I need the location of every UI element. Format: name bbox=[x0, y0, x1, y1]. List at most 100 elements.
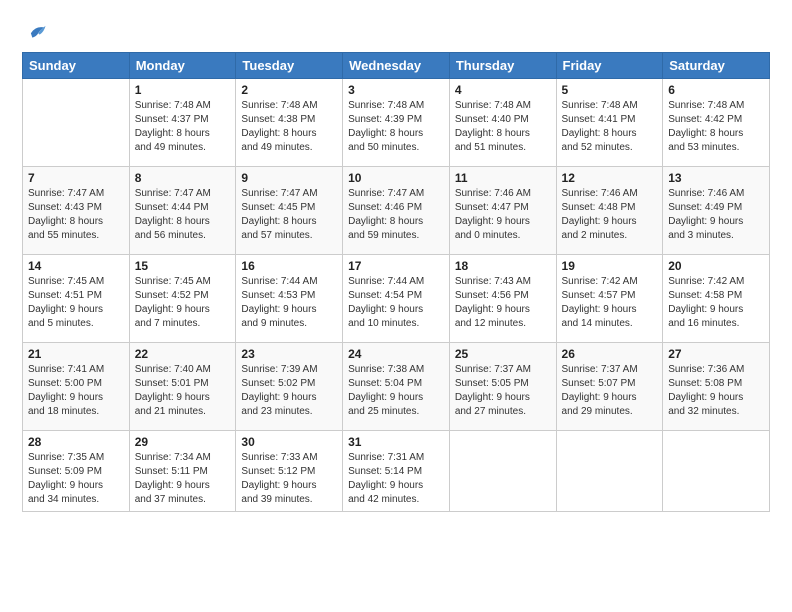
day-number: 11 bbox=[455, 171, 551, 185]
calendar-table: SundayMondayTuesdayWednesdayThursdayFrid… bbox=[22, 52, 770, 512]
weekday-header-wednesday: Wednesday bbox=[343, 53, 450, 79]
calendar-cell: 19 Sunrise: 7:42 AMSunset: 4:57 PMDayligh… bbox=[556, 255, 663, 343]
day-number: 9 bbox=[241, 171, 337, 185]
calendar-cell: 16Sunrise: 7:44 AMSunset: 4:53 PMDayligh… bbox=[236, 255, 343, 343]
day-number: 2 bbox=[241, 83, 337, 97]
day-info: Sunrise: 7:40 AMSunset: 5:01 PMDaylight:… bbox=[135, 363, 231, 419]
day-number: 18 bbox=[455, 259, 551, 273]
calendar-cell: 18 Sunrise: 7:43 AMSunset: 4:56 PMDayligh… bbox=[449, 255, 556, 343]
calendar-cell: 15 Sunrise: 7:45 AMSunset: 4:52 PMDayligh… bbox=[129, 255, 236, 343]
day-info: Sunrise: 7:45 AMSunset: 4:51 PMDaylight:… bbox=[28, 275, 124, 331]
logo-bird-icon bbox=[25, 20, 47, 42]
day-number: 25 bbox=[455, 347, 551, 361]
calendar-cell bbox=[556, 431, 663, 512]
day-number: 17 bbox=[348, 259, 444, 273]
day-number: 24 bbox=[348, 347, 444, 361]
day-number: 6 bbox=[668, 83, 764, 97]
calendar-cell: 28 Sunrise: 7:35 AMSunset: 5:09 PMDayligh… bbox=[23, 431, 130, 512]
day-info: Sunrise: 7:47 AMSunset: 4:44 PMDaylight:… bbox=[135, 187, 231, 243]
day-number: 26 bbox=[562, 347, 658, 361]
page: SundayMondayTuesdayWednesdayThursdayFrid… bbox=[0, 0, 792, 612]
day-number: 19 bbox=[562, 259, 658, 273]
calendar-cell: 3Sunrise: 7:48 AMSunset: 4:39 PMDaylight… bbox=[343, 79, 450, 167]
day-info: Sunrise: 7:47 AMSunset: 4:46 PMDaylight:… bbox=[348, 187, 444, 243]
day-number: 21 bbox=[28, 347, 124, 361]
weekday-header-tuesday: Tuesday bbox=[236, 53, 343, 79]
calendar-cell: 17 Sunrise: 7:44 AMSunset: 4:54 PMDayligh… bbox=[343, 255, 450, 343]
day-info: Sunrise: 7:41 AMSunset: 5:00 PMDaylight:… bbox=[28, 363, 124, 419]
week-row-3: 14 Sunrise: 7:45 AMSunset: 4:51 PMDayligh… bbox=[23, 255, 770, 343]
day-number: 12 bbox=[562, 171, 658, 185]
week-row-1: 1Sunrise: 7:48 AMSunset: 4:37 PMDaylight… bbox=[23, 79, 770, 167]
day-number: 14 bbox=[28, 259, 124, 273]
weekday-header-sunday: Sunday bbox=[23, 53, 130, 79]
calendar-cell: 1Sunrise: 7:48 AMSunset: 4:37 PMDaylight… bbox=[129, 79, 236, 167]
day-info: Sunrise: 7:44 AMSunset: 4:54 PMDaylight:… bbox=[348, 275, 444, 331]
day-number: 28 bbox=[28, 435, 124, 449]
day-info: Sunrise: 7:48 AMSunset: 4:38 PMDaylight:… bbox=[241, 99, 337, 155]
day-number: 1 bbox=[135, 83, 231, 97]
day-info: Sunrise: 7:39 AMSunset: 5:02 PMDaylight:… bbox=[241, 363, 337, 419]
day-info: Sunrise: 7:43 AMSunset: 4:56 PMDaylight:… bbox=[455, 275, 551, 331]
week-row-2: 7 Sunrise: 7:47 AMSunset: 4:43 PMDaylight… bbox=[23, 167, 770, 255]
day-number: 7 bbox=[28, 171, 124, 185]
calendar-cell: 26 Sunrise: 7:37 AMSunset: 5:07 PMDayligh… bbox=[556, 343, 663, 431]
calendar-cell: 11 Sunrise: 7:46 AMSunset: 4:47 PMDayligh… bbox=[449, 167, 556, 255]
day-info: Sunrise: 7:46 AMSunset: 4:49 PMDaylight:… bbox=[668, 187, 764, 243]
day-info: Sunrise: 7:36 AMSunset: 5:08 PMDaylight:… bbox=[668, 363, 764, 419]
day-info: Sunrise: 7:48 AMSunset: 4:42 PMDaylight:… bbox=[668, 99, 764, 155]
day-number: 5 bbox=[562, 83, 658, 97]
day-info: Sunrise: 7:33 AMSunset: 5:12 PMDaylight:… bbox=[241, 451, 337, 507]
calendar-cell: 24 Sunrise: 7:38 AMSunset: 5:04 PMDayligh… bbox=[343, 343, 450, 431]
weekday-header-saturday: Saturday bbox=[663, 53, 770, 79]
calendar-cell: 22 Sunrise: 7:40 AMSunset: 5:01 PMDayligh… bbox=[129, 343, 236, 431]
day-number: 13 bbox=[668, 171, 764, 185]
week-row-5: 28 Sunrise: 7:35 AMSunset: 5:09 PMDayligh… bbox=[23, 431, 770, 512]
day-number: 23 bbox=[241, 347, 337, 361]
calendar-cell: 20Sunrise: 7:42 AMSunset: 4:58 PMDayligh… bbox=[663, 255, 770, 343]
calendar-cell: 23 Sunrise: 7:39 AMSunset: 5:02 PMDayligh… bbox=[236, 343, 343, 431]
day-info: Sunrise: 7:47 AMSunset: 4:45 PMDaylight:… bbox=[241, 187, 337, 243]
day-info: Sunrise: 7:35 AMSunset: 5:09 PMDaylight:… bbox=[28, 451, 124, 507]
day-number: 31 bbox=[348, 435, 444, 449]
calendar-cell: 10 Sunrise: 7:47 AMSunset: 4:46 PMDayligh… bbox=[343, 167, 450, 255]
day-number: 15 bbox=[135, 259, 231, 273]
weekday-header-monday: Monday bbox=[129, 53, 236, 79]
calendar-cell: 12 Sunrise: 7:46 AMSunset: 4:48 PMDayligh… bbox=[556, 167, 663, 255]
day-info: Sunrise: 7:31 AMSunset: 5:14 PMDaylight:… bbox=[348, 451, 444, 507]
calendar-cell: 4 Sunrise: 7:48 AMSunset: 4:40 PMDaylight… bbox=[449, 79, 556, 167]
calendar-cell: 6 Sunrise: 7:48 AMSunset: 4:42 PMDaylight… bbox=[663, 79, 770, 167]
calendar-cell bbox=[23, 79, 130, 167]
day-info: Sunrise: 7:48 AMSunset: 4:39 PMDaylight:… bbox=[348, 99, 444, 155]
header bbox=[22, 18, 770, 42]
day-info: Sunrise: 7:37 AMSunset: 5:07 PMDaylight:… bbox=[562, 363, 658, 419]
day-info: Sunrise: 7:46 AMSunset: 4:47 PMDaylight:… bbox=[455, 187, 551, 243]
day-info: Sunrise: 7:38 AMSunset: 5:04 PMDaylight:… bbox=[348, 363, 444, 419]
week-row-4: 21 Sunrise: 7:41 AMSunset: 5:00 PMDayligh… bbox=[23, 343, 770, 431]
day-info: Sunrise: 7:42 AMSunset: 4:57 PMDaylight:… bbox=[562, 275, 658, 331]
day-number: 10 bbox=[348, 171, 444, 185]
calendar-cell: 30 Sunrise: 7:33 AMSunset: 5:12 PMDayligh… bbox=[236, 431, 343, 512]
calendar-cell: 8 Sunrise: 7:47 AMSunset: 4:44 PMDaylight… bbox=[129, 167, 236, 255]
day-info: Sunrise: 7:48 AMSunset: 4:41 PMDaylight:… bbox=[562, 99, 658, 155]
day-info: Sunrise: 7:42 AMSunset: 4:58 PMDaylight:… bbox=[668, 275, 764, 331]
logo bbox=[22, 22, 47, 42]
day-number: 16 bbox=[241, 259, 337, 273]
day-number: 4 bbox=[455, 83, 551, 97]
day-number: 22 bbox=[135, 347, 231, 361]
calendar-cell: 14 Sunrise: 7:45 AMSunset: 4:51 PMDayligh… bbox=[23, 255, 130, 343]
day-info: Sunrise: 7:45 AMSunset: 4:52 PMDaylight:… bbox=[135, 275, 231, 331]
day-number: 30 bbox=[241, 435, 337, 449]
calendar-cell: 29 Sunrise: 7:34 AMSunset: 5:11 PMDayligh… bbox=[129, 431, 236, 512]
day-number: 29 bbox=[135, 435, 231, 449]
day-info: Sunrise: 7:47 AMSunset: 4:43 PMDaylight:… bbox=[28, 187, 124, 243]
day-info: Sunrise: 7:34 AMSunset: 5:11 PMDaylight:… bbox=[135, 451, 231, 507]
calendar-cell: 2 Sunrise: 7:48 AMSunset: 4:38 PMDaylight… bbox=[236, 79, 343, 167]
day-info: Sunrise: 7:46 AMSunset: 4:48 PMDaylight:… bbox=[562, 187, 658, 243]
calendar-cell: 7 Sunrise: 7:47 AMSunset: 4:43 PMDaylight… bbox=[23, 167, 130, 255]
day-info: Sunrise: 7:37 AMSunset: 5:05 PMDaylight:… bbox=[455, 363, 551, 419]
day-info: Sunrise: 7:48 AMSunset: 4:40 PMDaylight:… bbox=[455, 99, 551, 155]
weekday-header-thursday: Thursday bbox=[449, 53, 556, 79]
weekday-header-friday: Friday bbox=[556, 53, 663, 79]
day-number: 8 bbox=[135, 171, 231, 185]
